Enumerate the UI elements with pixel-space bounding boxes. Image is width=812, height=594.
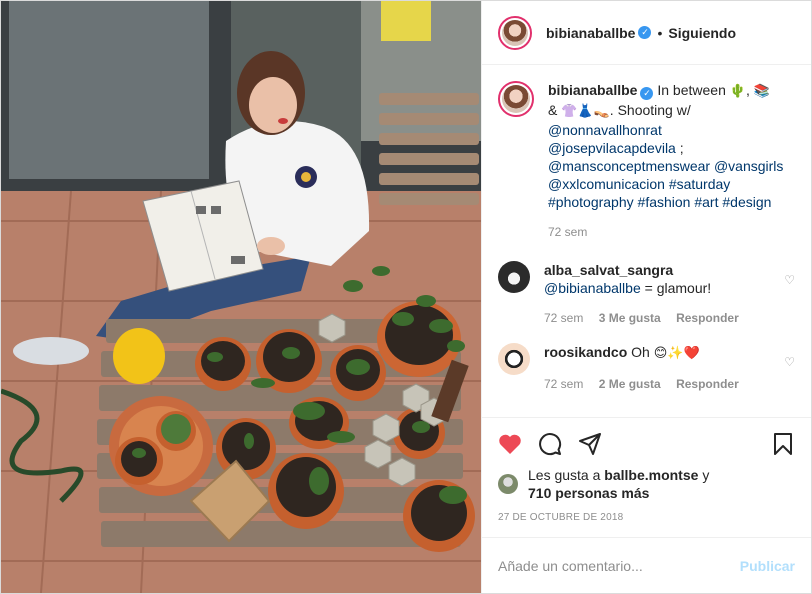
like-small-icon[interactable]: ♡ bbox=[784, 273, 795, 287]
comment-body: roosikandco Oh 😊✨❤️ 72 sem 2 Me gusta Re… bbox=[544, 343, 795, 393]
commenter-avatar[interactable] bbox=[498, 261, 530, 293]
mention-link[interactable]: @vansgirls bbox=[714, 158, 783, 174]
comment-item: alba_salvat_sangra @bibianaballbe = glam… bbox=[498, 261, 795, 327]
caption-owner-avatar[interactable] bbox=[498, 81, 534, 117]
reply-button[interactable]: Responder bbox=[676, 377, 739, 391]
comment-time[interactable]: 72 sem bbox=[544, 311, 583, 325]
shirt-emoji-icon: 👚 bbox=[561, 104, 578, 119]
mention-link[interactable]: @xxlcomunicacion bbox=[548, 176, 665, 192]
comment-icon[interactable] bbox=[538, 432, 562, 456]
heels-emoji-icon: 👡 bbox=[593, 104, 610, 119]
comment-meta: 72 sem 2 Me gusta Responder bbox=[544, 375, 771, 393]
owner-avatar[interactable] bbox=[498, 15, 532, 50]
share-icon[interactable] bbox=[578, 432, 602, 456]
action-row bbox=[498, 424, 795, 464]
publish-button[interactable]: Publicar bbox=[740, 558, 795, 574]
mention-link[interactable]: @nonnavallhonrat bbox=[548, 122, 662, 138]
heart-icon[interactable] bbox=[498, 432, 522, 456]
comment-emojis: 😊✨❤️ bbox=[653, 346, 700, 361]
add-comment-bar: Publicar bbox=[482, 537, 811, 593]
verified-badge-icon: ✓ bbox=[638, 26, 652, 39]
hashtag-link[interactable]: #photography bbox=[548, 194, 634, 210]
comment-likes[interactable]: 2 Me gusta bbox=[599, 377, 661, 391]
caption-semicolon: ; bbox=[679, 140, 684, 156]
comment-body: alba_salvat_sangra @bibianaballbe = glam… bbox=[544, 261, 795, 327]
caption-ampersand: & bbox=[548, 102, 558, 118]
caption-time[interactable]: 72 sem bbox=[548, 225, 587, 239]
commenter-username[interactable]: roosikandco bbox=[544, 344, 627, 360]
caption-body: bibianaballbe ✓ In between 🌵, 📚 & 👚👗👡. Sh… bbox=[548, 81, 795, 241]
liker-avatar[interactable] bbox=[498, 474, 518, 494]
follow-status-button[interactable]: Siguiendo bbox=[668, 25, 736, 41]
comment-text: = glamour! bbox=[644, 280, 712, 296]
comment-likes[interactable]: 3 Me gusta bbox=[599, 311, 661, 325]
post-side-panel: bibianaballbe ✓ • Siguiendo bibianaballb… bbox=[481, 1, 811, 593]
comment-time[interactable]: 72 sem bbox=[544, 377, 583, 391]
cactus-emoji-icon: 🌵 bbox=[729, 84, 746, 99]
hashtag-link[interactable]: #fashion bbox=[638, 194, 691, 210]
bookmark-icon[interactable] bbox=[771, 432, 795, 456]
likes-text: Les gusta a ballbe.montse y 710 personas… bbox=[528, 466, 709, 502]
books-emoji-icon: 📚 bbox=[753, 84, 770, 99]
post-date[interactable]: 27 DE OCTUBRE DE 2018 bbox=[498, 512, 795, 523]
owner-username[interactable]: bibianaballbe bbox=[546, 25, 635, 41]
comment-meta: 72 sem 3 Me gusta Responder bbox=[544, 309, 771, 327]
hashtag-link[interactable]: #art bbox=[694, 194, 718, 210]
caption-shooting: . Shooting w/ bbox=[609, 102, 691, 118]
comment-text: Oh bbox=[631, 344, 650, 360]
comment-input[interactable] bbox=[498, 557, 740, 574]
comment-item: roosikandco Oh 😊✨❤️ 72 sem 2 Me gusta Re… bbox=[498, 343, 795, 393]
reply-button[interactable]: Responder bbox=[676, 311, 739, 325]
mention-link[interactable]: @bibianaballbe bbox=[544, 280, 641, 296]
post-modal: bibianaballbe ✓ • Siguiendo bibianaballb… bbox=[0, 0, 812, 594]
caption: bibianaballbe ✓ In between 🌵, 📚 & 👚👗👡. Sh… bbox=[498, 81, 795, 241]
post-photo[interactable] bbox=[1, 1, 481, 593]
hashtag-link[interactable]: #design bbox=[722, 194, 771, 210]
likes-connector: y bbox=[702, 467, 710, 483]
photo-illustration bbox=[1, 1, 481, 593]
commenter-avatar[interactable] bbox=[498, 343, 530, 375]
hashtag-link[interactable]: #saturday bbox=[669, 176, 730, 192]
mention-link[interactable]: @mansconceptmenswear bbox=[548, 158, 710, 174]
caption-comma: , bbox=[745, 82, 750, 98]
header-separator: • bbox=[657, 24, 663, 41]
likes-prefix: Les gusta a bbox=[528, 467, 601, 483]
dress-emoji-icon: 👗 bbox=[577, 104, 594, 119]
caption-username[interactable]: bibianaballbe bbox=[548, 82, 637, 98]
likes-others[interactable]: 710 personas más bbox=[528, 485, 649, 501]
like-small-icon[interactable]: ♡ bbox=[784, 355, 795, 369]
commenter-username[interactable]: alba_salvat_sangra bbox=[544, 262, 673, 278]
liker-username[interactable]: ballbe.montse bbox=[604, 467, 698, 483]
comments-area[interactable]: bibianaballbe ✓ In between 🌵, 📚 & 👚👗👡. Sh… bbox=[482, 65, 811, 417]
caption-verified-badge-icon: ✓ bbox=[640, 87, 654, 100]
caption-meta: 72 sem bbox=[548, 223, 795, 241]
post-actions: Les gusta a ballbe.montse y 710 personas… bbox=[482, 417, 811, 537]
header-info: bibianaballbe ✓ • Siguiendo bbox=[546, 25, 736, 41]
likes-summary: Les gusta a ballbe.montse y 710 personas… bbox=[498, 466, 795, 502]
mention-link[interactable]: @josepvilacapdevila bbox=[548, 140, 676, 156]
caption-text-start: In between bbox=[657, 82, 726, 98]
post-header: bibianaballbe ✓ • Siguiendo bbox=[482, 1, 811, 65]
